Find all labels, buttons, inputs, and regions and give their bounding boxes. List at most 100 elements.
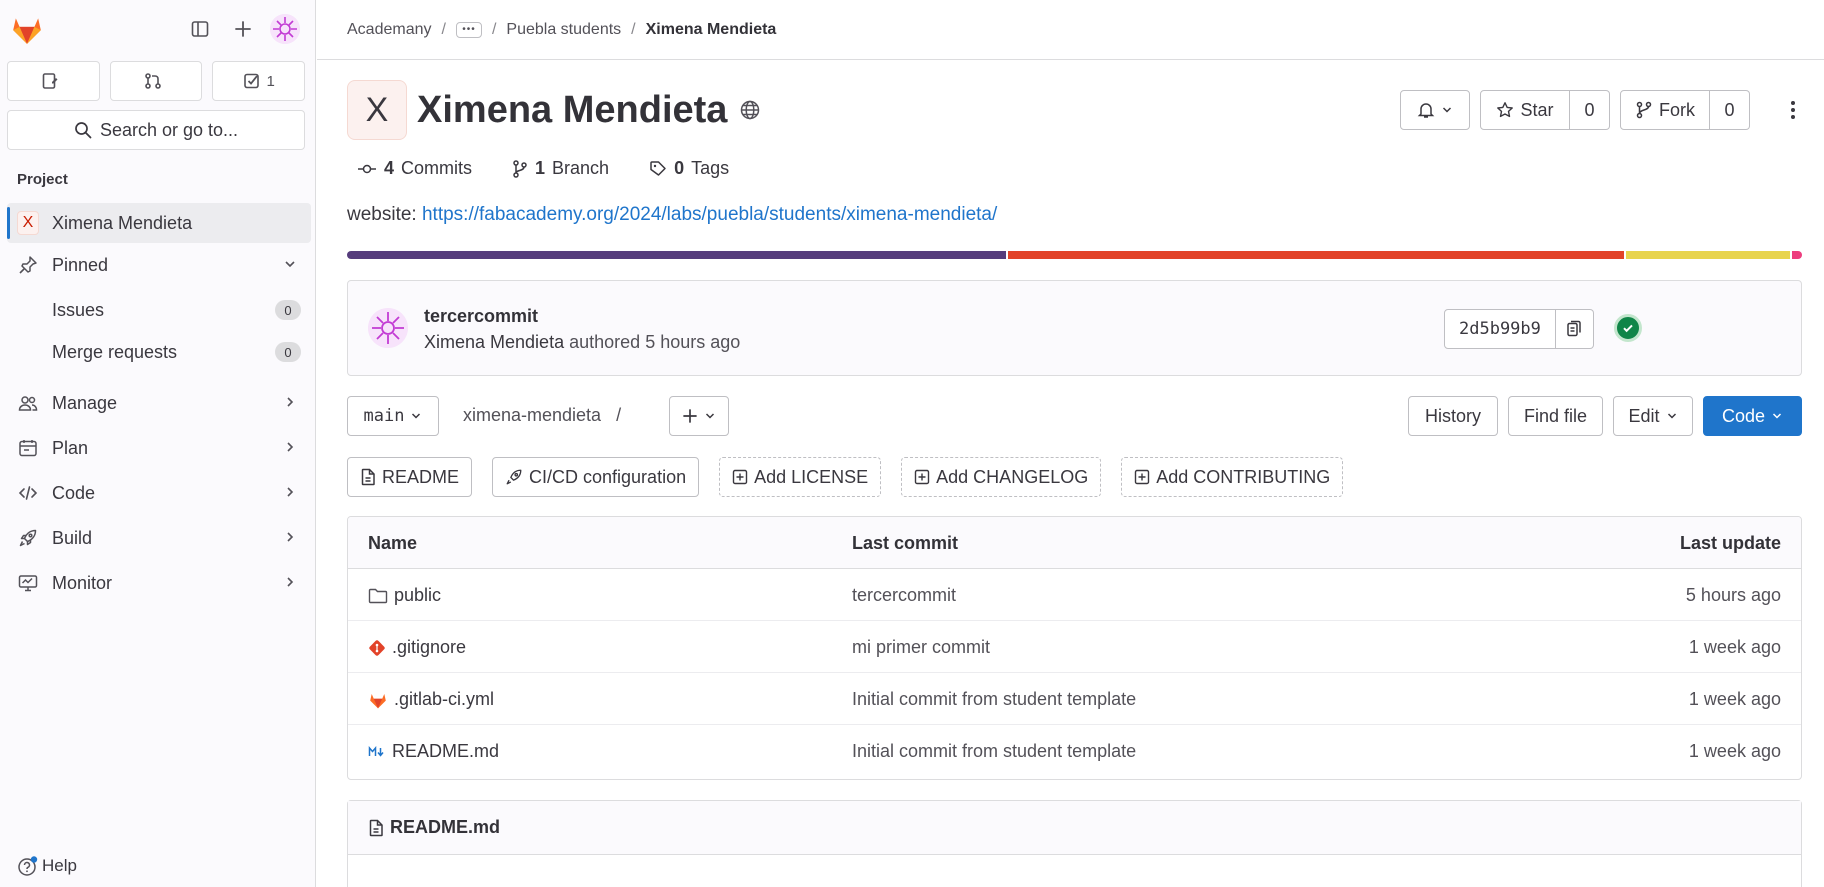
edit-label: Edit (1628, 405, 1660, 426)
file-name-link[interactable]: .gitlab-ci.yml (368, 689, 494, 710)
todos-counter-button[interactable]: 1 (212, 61, 306, 101)
commit-sha[interactable]: 2d5b99b9 (1444, 309, 1556, 349)
rocket-icon (506, 469, 522, 485)
sidebar-item-merge-requests[interactable]: Merge requests 0 (7, 332, 311, 372)
notifications-button[interactable] (1400, 90, 1470, 130)
file-name-link[interactable]: .gitignore (368, 637, 466, 658)
chevron-right-icon (283, 573, 297, 594)
table-row[interactable]: .gitignore mi primer commit 1 week ago (348, 621, 1801, 673)
last-commit-link[interactable]: mi primer commit (852, 637, 990, 658)
user-avatar[interactable] (270, 14, 300, 44)
count-badge: 0 (275, 300, 301, 320)
breadcrumb-item-academany[interactable]: Academany (347, 21, 432, 39)
help-button[interactable]: Help (17, 855, 77, 877)
repo-path-root-link[interactable]: ximena-mendieta (463, 405, 601, 425)
find-file-button[interactable]: Find file (1508, 396, 1603, 436)
sidebar-item-label: Pinned (52, 254, 109, 275)
author-avatar[interactable] (368, 308, 408, 348)
breadcrumb-item-current[interactable]: Ximena Mendieta (646, 21, 777, 39)
repo-path: ximena-mendieta / (463, 405, 621, 426)
file-name-link[interactable]: public (368, 585, 441, 606)
branches-link[interactable]: 1 Branch (512, 158, 609, 179)
code-label: Code (1721, 405, 1766, 426)
readme-shortcut-button[interactable]: README (347, 457, 473, 497)
sidebar-item-issues[interactable]: Issues 0 (7, 290, 311, 330)
file-icon (369, 819, 383, 836)
collapse-sidebar-icon[interactable] (185, 14, 215, 44)
commit-meta: Ximena Mendieta authored 5 hours ago (424, 332, 740, 353)
pin-icon (17, 254, 39, 276)
plus-square-icon (732, 469, 748, 485)
tags-link[interactable]: 0 Tags (649, 158, 729, 179)
shortcut-label: CI/CD configuration (529, 466, 687, 487)
cicd-config-shortcut-button[interactable]: CI/CD configuration (492, 457, 700, 497)
copy-sha-button[interactable] (1555, 309, 1594, 349)
star-button[interactable]: Star (1480, 90, 1570, 130)
search-icon (75, 122, 92, 139)
star-label: Star (1520, 99, 1554, 120)
commit-title-link[interactable]: tercercommit (424, 306, 538, 327)
more-actions-button[interactable] (1778, 90, 1808, 130)
last-update-time: 1 week ago (1688, 741, 1781, 761)
breadcrumb-item-puebla-students[interactable]: Puebla students (506, 21, 621, 39)
last-commit-link[interactable]: tercercommit (852, 585, 956, 606)
gitlab-logo-icon[interactable] (10, 12, 44, 46)
add-changelog-button[interactable]: Add CHANGELOG (901, 457, 1102, 497)
language-segment[interactable] (1626, 251, 1790, 259)
fork-button[interactable]: Fork (1620, 90, 1710, 130)
fork-count[interactable]: 0 (1710, 90, 1750, 130)
sidebar-item-plan[interactable]: Plan (7, 428, 311, 468)
fork-label: Fork (1659, 99, 1695, 120)
edit-dropdown-button[interactable]: Edit (1613, 396, 1693, 436)
file-tree-table: Name Last commit Last update public terc… (347, 516, 1802, 780)
readme-title[interactable]: README.md (390, 817, 500, 838)
repository-languages-bar[interactable] (347, 251, 1802, 259)
sidebar-item-pinned[interactable]: Pinned (7, 245, 311, 285)
create-new-icon[interactable] (228, 14, 258, 44)
fork-group: Fork 0 (1620, 90, 1750, 130)
last-commit-link[interactable]: Initial commit from student template (852, 741, 1136, 762)
table-row[interactable]: README.md Initial commit from student te… (348, 725, 1801, 777)
table-row[interactable]: public tercercommit 5 hours ago (348, 569, 1801, 621)
search-button[interactable]: Search or go to... (7, 110, 305, 150)
add-to-tree-dropdown[interactable] (669, 396, 729, 436)
breadcrumb-more-button[interactable]: ••• (455, 21, 482, 38)
commits-link[interactable]: 4 Commits (357, 158, 472, 179)
language-segment[interactable] (1791, 251, 1802, 259)
branch-selector[interactable]: main (347, 396, 439, 436)
add-license-button[interactable]: Add LICENSE (719, 457, 882, 497)
add-contributing-button[interactable]: Add CONTRIBUTING (1121, 457, 1344, 497)
file-name-link[interactable]: README.md (368, 741, 499, 762)
page-title: Ximena Mendieta (417, 88, 728, 131)
breadcrumb-separator: / (491, 20, 497, 38)
code-dropdown-button[interactable]: Code (1703, 396, 1802, 436)
issues-icon (43, 73, 58, 89)
todo-icon (243, 73, 259, 89)
sidebar-item-label: Monitor (52, 572, 113, 593)
last-commit-link[interactable]: Initial commit from student template (852, 689, 1136, 710)
star-count[interactable]: 0 (1570, 90, 1610, 130)
path-separator: / (616, 405, 622, 425)
sidebar-item-label: Build (52, 527, 93, 548)
column-header-last-commit: Last commit (852, 533, 959, 553)
issues-counter-button[interactable] (7, 61, 100, 101)
merge-requests-counter-button[interactable] (109, 61, 203, 101)
table-row[interactable]: .gitlab-ci.yml Initial commit from stude… (348, 673, 1801, 725)
website-link[interactable]: https://fabacademy.org/2024/labs/puebla/… (422, 204, 997, 225)
language-segment[interactable] (347, 251, 1007, 259)
chevron-right-icon (283, 528, 297, 549)
pipeline-status-icon[interactable] (1614, 314, 1642, 342)
sidebar-item-project[interactable]: X Ximena Mendieta (7, 203, 311, 243)
sidebar-item-monitor[interactable]: Monitor (7, 563, 311, 603)
chevron-right-icon (283, 438, 297, 459)
language-segment[interactable] (1008, 251, 1625, 259)
sidebar-item-manage[interactable]: Manage (7, 383, 311, 423)
chevron-down-icon (283, 255, 297, 276)
commit-authored-label: authored (569, 332, 641, 352)
sidebar-item-build[interactable]: Build (7, 518, 311, 558)
chevron-right-icon (283, 393, 297, 414)
history-button[interactable]: History (1408, 396, 1498, 436)
breadcrumb-separator: / (441, 20, 446, 38)
sidebar-item-code[interactable]: Code (7, 473, 311, 513)
commit-author-link[interactable]: Ximena Mendieta (424, 332, 564, 352)
